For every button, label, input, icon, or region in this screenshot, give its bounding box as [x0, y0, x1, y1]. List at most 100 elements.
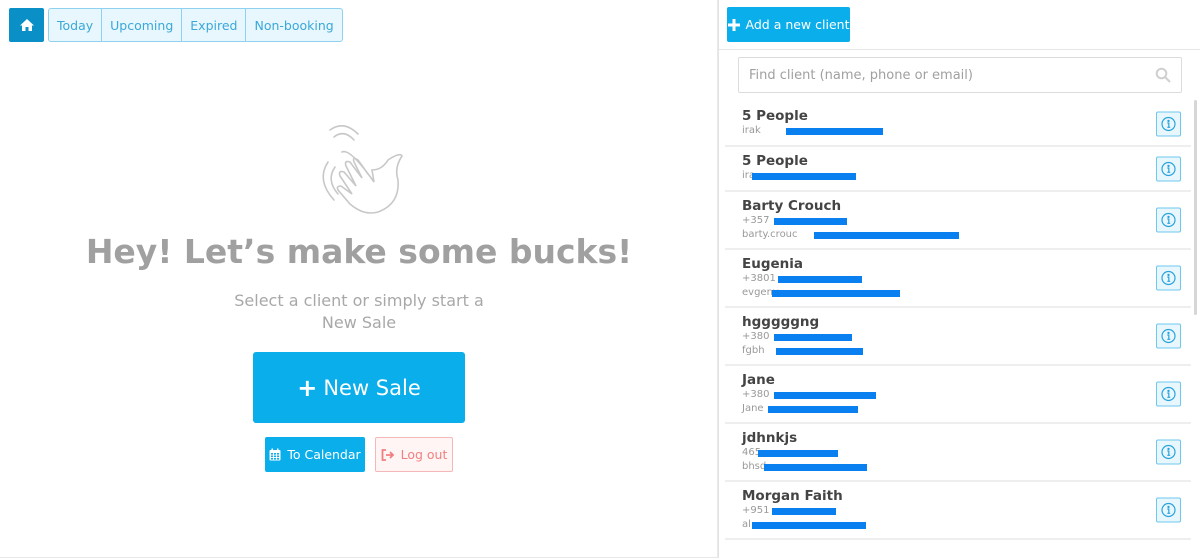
info-icon: [1161, 328, 1176, 344]
client-info-button[interactable]: [1156, 207, 1181, 233]
client-name: hgggggng: [742, 314, 820, 330]
redaction-bar: [814, 232, 959, 239]
info-icon: [1161, 116, 1176, 131]
new-sale-button[interactable]: + New Sale: [253, 352, 465, 423]
client-email: evgeny: [742, 286, 1191, 300]
tab-upcoming[interactable]: Upcoming: [102, 9, 183, 41]
tab-expired[interactable]: Expired: [182, 9, 247, 41]
clients-panel: Add a new client 5 People irak 5 People …: [718, 0, 1200, 558]
client-email: barty.crouc: [742, 228, 1191, 242]
client-info-button[interactable]: [1156, 156, 1181, 181]
redaction-bar: [758, 450, 838, 457]
client-info-button[interactable]: [1156, 323, 1181, 349]
main-panel: Today Upcoming Expired Non-booking Hey! …: [0, 0, 718, 558]
client-list-item[interactable]: 5 People irak: [725, 102, 1191, 147]
redaction-bar: [772, 290, 900, 297]
client-phone: +3801: [742, 272, 1191, 286]
redaction-bar: [772, 508, 836, 515]
client-email: irak: [742, 124, 1191, 138]
client-detail-text: fgbh: [742, 345, 765, 356]
redaction-bar: [752, 173, 856, 180]
client-list-item[interactable]: 5 People ira: [725, 147, 1191, 192]
client-detail-text: +380: [742, 389, 770, 400]
client-list-item[interactable]: Eugenia +3801 evgeny: [725, 250, 1191, 308]
welcome-subtitle: Select a client or simply start a New Sa…: [209, 290, 509, 334]
client-phone: +951: [742, 504, 1191, 518]
client-info-button[interactable]: [1156, 111, 1181, 136]
client-detail-text: +357: [742, 215, 770, 226]
top-nav: Today Upcoming Expired Non-booking: [9, 8, 343, 42]
sign-out-icon: [381, 448, 394, 461]
tab-today[interactable]: Today: [49, 9, 103, 41]
client-info-button[interactable]: [1156, 497, 1181, 523]
redaction-bar: [774, 334, 852, 341]
client-name: Barty Crouch: [742, 198, 842, 214]
redaction-bar: [786, 128, 883, 135]
client-name: Morgan Faith: [742, 488, 843, 504]
client-phone: +380: [742, 388, 1191, 402]
add-client-label: Add a new client: [745, 17, 850, 32]
client-detail-text: Jane: [742, 403, 764, 414]
client-list-item[interactable]: hgggggng +380 fgbh: [725, 308, 1191, 366]
redaction-bar: [774, 218, 847, 225]
redaction-bar: [776, 348, 863, 355]
client-name: 5 People: [742, 108, 808, 124]
client-phone: +380: [742, 330, 1191, 344]
client-list-item[interactable]: Morgan Faith +951 al: [725, 482, 1191, 540]
to-calendar-label: To Calendar: [287, 447, 361, 462]
client-detail-text: al: [742, 519, 751, 530]
client-email: Jane: [742, 402, 1191, 416]
home-icon: [19, 19, 34, 31]
new-sale-label: New Sale: [323, 375, 421, 400]
client-list: 5 People irak 5 People ira Barty Crouch …: [725, 102, 1191, 540]
info-icon: [1161, 444, 1176, 460]
to-calendar-button[interactable]: To Calendar: [265, 437, 365, 472]
logout-button[interactable]: Log out: [375, 437, 453, 472]
info-icon: [1161, 386, 1176, 402]
tab-non-booking[interactable]: Non-booking: [246, 9, 341, 41]
client-list-scrollbar[interactable]: [1194, 100, 1197, 315]
client-email: bhsd: [742, 460, 1191, 474]
client-list-item[interactable]: jdhnkjs 465 bhsd: [725, 424, 1191, 482]
client-email: fgbh: [742, 344, 1191, 358]
redaction-bar: [764, 464, 867, 471]
client-info-button[interactable]: [1156, 439, 1181, 465]
client-info-button[interactable]: [1156, 381, 1181, 407]
client-detail-text: bhsd: [742, 461, 767, 472]
redaction-bar: [752, 522, 866, 529]
client-info-button[interactable]: [1156, 265, 1181, 291]
search-icon: [1155, 67, 1171, 83]
client-search: [738, 57, 1182, 93]
welcome-headline: Hey! Let’s make some bucks!: [85, 232, 633, 271]
client-name: Jane: [742, 372, 775, 388]
client-email: ira: [742, 169, 1191, 183]
client-detail-text: barty.crouc: [742, 229, 798, 240]
redaction-bar: [774, 392, 876, 399]
appointment-filter-tabs: Today Upcoming Expired Non-booking: [48, 8, 343, 42]
client-email: al: [742, 518, 1191, 532]
info-icon: [1161, 502, 1176, 518]
divider: [719, 49, 1200, 50]
client-list-item[interactable]: Barty Crouch +357 barty.crouc: [725, 192, 1191, 250]
client-detail-text: +3801: [742, 273, 776, 284]
add-client-button[interactable]: Add a new client: [727, 7, 850, 42]
client-list-item[interactable]: Jane +380 Jane: [725, 366, 1191, 424]
client-detail-text: +951: [742, 505, 770, 516]
client-detail-text: +380: [742, 331, 770, 342]
client-phone: 465: [742, 446, 1191, 460]
info-icon: [1161, 270, 1176, 286]
calendar-icon: [269, 448, 281, 461]
plus-icon: [727, 18, 740, 31]
info-icon: [1161, 161, 1176, 176]
client-search-input[interactable]: [749, 67, 1155, 83]
waving-hand-icon: [322, 125, 403, 214]
info-icon: [1161, 212, 1176, 228]
client-phone: +357: [742, 214, 1191, 228]
welcome-subtitle-line1: Select a client or simply start a: [234, 291, 484, 310]
client-name: jdhnkjs: [742, 430, 798, 446]
redaction-bar: [778, 276, 862, 283]
home-button[interactable]: [9, 8, 44, 42]
client-name: Eugenia: [742, 256, 804, 272]
redaction-bar: [768, 406, 858, 413]
welcome-subtitle-line2: New Sale: [321, 313, 397, 332]
